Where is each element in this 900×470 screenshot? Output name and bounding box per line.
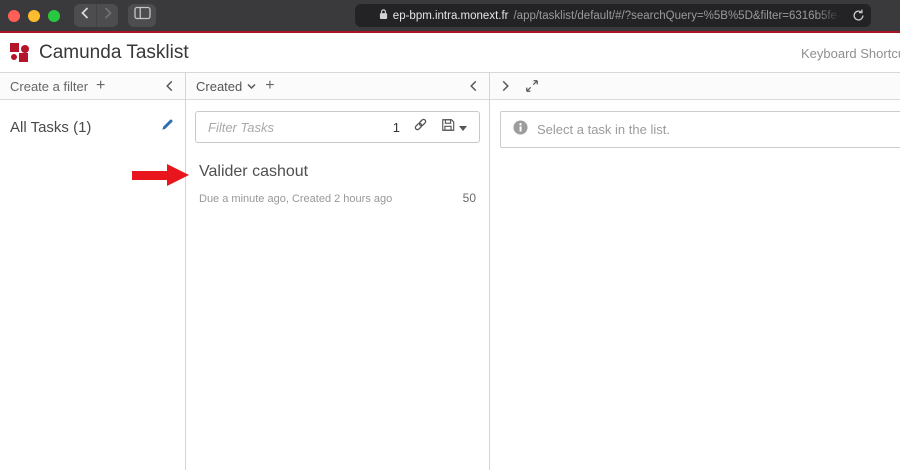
url-fade-overlay xyxy=(817,5,847,26)
app-header: Camunda Tasklist Keyboard Shortcuts xyxy=(0,33,900,73)
forward-button[interactable] xyxy=(96,4,118,27)
add-filter-button[interactable]: + xyxy=(96,78,105,94)
main-content: Create a filter + All Tasks (1) Created … xyxy=(0,73,900,470)
save-icon xyxy=(441,118,455,137)
task-priority: 50 xyxy=(463,191,476,205)
collapse-filters-panel-button[interactable] xyxy=(164,79,175,93)
filter-tasks-input[interactable] xyxy=(208,120,393,135)
window-controls xyxy=(8,10,60,22)
filters-panel-title: Create a filter xyxy=(10,79,88,94)
copy-link-button[interactable] xyxy=(413,117,428,137)
detail-panel-header xyxy=(490,73,900,100)
tasks-panel: Created + 1 xyxy=(186,73,490,470)
page-title: Camunda Tasklist xyxy=(39,42,189,64)
task-meta: Due a minute ago, Created 2 hours ago xyxy=(199,193,392,205)
filters-panel: Create a filter + All Tasks (1) xyxy=(0,73,186,470)
window-minimize-button[interactable] xyxy=(28,10,40,22)
filter-item-all-tasks[interactable]: All Tasks (1) xyxy=(0,100,185,137)
tasks-panel-header: Created + xyxy=(186,73,489,100)
add-task-filter-button[interactable]: + xyxy=(265,78,274,94)
info-icon xyxy=(513,120,528,140)
save-filter-dropdown-button[interactable] xyxy=(441,118,467,137)
keyboard-shortcuts-link[interactable]: Keyboard Shortcuts xyxy=(801,46,900,61)
current-filter-name[interactable]: Created xyxy=(196,79,242,94)
task-search-box: 1 xyxy=(195,111,480,143)
sidebar-toggle-button[interactable] xyxy=(128,4,156,27)
expand-detail-panel-button[interactable] xyxy=(500,79,511,93)
collapse-tasks-panel-button[interactable] xyxy=(468,79,479,93)
reload-button[interactable] xyxy=(852,9,865,27)
nav-buttons xyxy=(74,4,118,27)
task-title: Valider cashout xyxy=(199,163,476,181)
empty-state-box: Select a task in the list. xyxy=(500,111,900,148)
camunda-logo-icon xyxy=(10,42,31,63)
filters-panel-header: Create a filter + xyxy=(0,73,185,100)
edit-filter-button[interactable] xyxy=(160,117,175,137)
lock-icon xyxy=(379,8,388,23)
url-path: /app/tasklist/default/#/?searchQuery=%5B… xyxy=(513,10,847,22)
back-button[interactable] xyxy=(74,4,96,27)
pencil-icon xyxy=(160,117,175,137)
url-text: ep-bpm.intra.monext.fr/app/tasklist/defa… xyxy=(379,8,847,23)
task-list-item[interactable]: Valider cashout Due a minute ago, Create… xyxy=(186,143,489,205)
empty-state-message: Select a task in the list. xyxy=(537,122,670,137)
chevron-right-icon xyxy=(102,6,114,25)
fullscreen-icon[interactable] xyxy=(525,79,539,93)
task-count: 1 xyxy=(393,120,400,135)
task-detail-panel: Select a task in the list. xyxy=(490,73,900,470)
address-bar[interactable]: ep-bpm.intra.monext.fr/app/tasklist/defa… xyxy=(355,4,871,27)
caret-down-icon xyxy=(459,118,467,136)
sidebar-icon xyxy=(134,6,151,25)
filter-item-label: All Tasks (1) xyxy=(10,119,91,136)
chevron-down-icon[interactable] xyxy=(246,81,257,92)
link-icon xyxy=(413,117,428,137)
chevron-left-icon xyxy=(79,6,91,25)
window-zoom-button[interactable] xyxy=(48,10,60,22)
url-domain: ep-bpm.intra.monext.fr xyxy=(393,10,509,22)
browser-toolbar: ep-bpm.intra.monext.fr/app/tasklist/defa… xyxy=(0,0,900,31)
window-close-button[interactable] xyxy=(8,10,20,22)
